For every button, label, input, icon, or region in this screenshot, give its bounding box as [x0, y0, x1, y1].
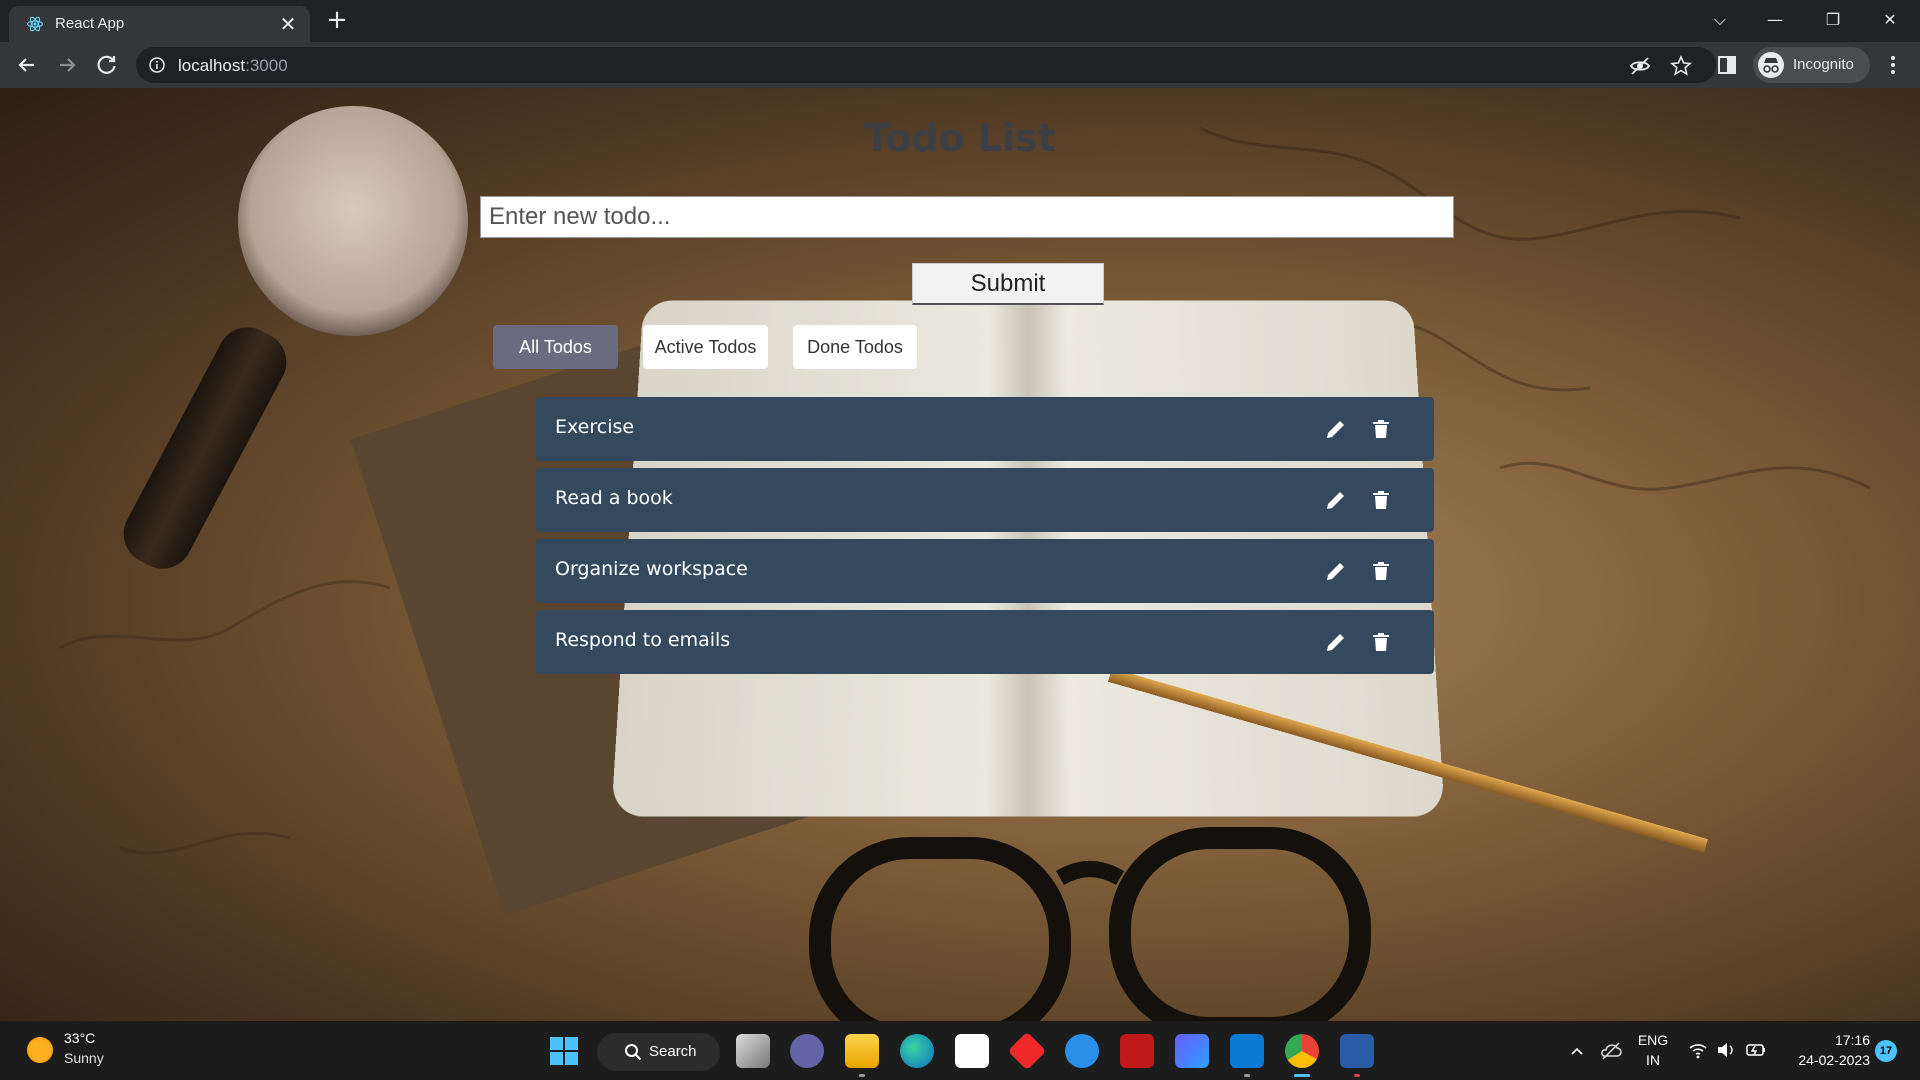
minimize-button[interactable]: —	[1757, 5, 1793, 35]
running-indicator	[859, 1074, 865, 1077]
forward-arrow-icon[interactable]	[52, 50, 82, 80]
file-explorer-icon[interactable]	[845, 1034, 879, 1068]
tab-strip: React App ✕ + ⌵ — ❐ ✕	[0, 0, 1920, 42]
todo-text: Organize workspace	[555, 558, 748, 580]
incognito-icon	[1758, 52, 1784, 78]
tab-close-icon[interactable]: ✕	[276, 12, 300, 36]
address-bar[interactable]: localhost:3000	[136, 47, 1716, 83]
volume-icon[interactable]	[1716, 1041, 1736, 1059]
delete-trash-icon[interactable]	[1369, 488, 1393, 512]
close-window-button[interactable]: ✕	[1872, 5, 1908, 35]
url-port: :3000	[245, 56, 288, 75]
edit-pencil-icon[interactable]	[1324, 488, 1348, 512]
todo-item: Exercise	[536, 397, 1434, 461]
language-indicator[interactable]: ENG	[1636, 1032, 1670, 1048]
edit-pencil-icon[interactable]	[1324, 630, 1348, 654]
reload-icon[interactable]	[92, 50, 122, 80]
todo-text: Respond to emails	[555, 629, 731, 651]
delete-trash-icon[interactable]	[1369, 417, 1393, 441]
todo-item: Organize workspace	[536, 539, 1434, 603]
windows-start-icon[interactable]	[547, 1034, 581, 1068]
todo-text: Exercise	[555, 416, 635, 438]
url-host: localhost	[178, 56, 246, 75]
battery-icon[interactable]	[1745, 1041, 1767, 1059]
clock-time[interactable]: 17:16	[1812, 1032, 1870, 1048]
active-indicator	[1294, 1074, 1310, 1077]
delete-trash-icon[interactable]	[1369, 559, 1393, 583]
mcafee-icon[interactable]	[1120, 1034, 1154, 1068]
wifi-icon[interactable]	[1688, 1041, 1708, 1059]
eye-off-icon[interactable]	[1629, 55, 1651, 77]
chevron-up-icon[interactable]	[1569, 1043, 1585, 1059]
filter-done-todos-button[interactable]: Done Todos	[793, 325, 917, 369]
site-info-icon[interactable]	[148, 56, 166, 74]
eyeglasses-image	[809, 827, 1371, 1021]
browser-toolbar: localhost:3000 Incognito	[0, 42, 1920, 88]
microsoft-store-icon[interactable]	[955, 1034, 989, 1068]
more-menu-icon[interactable]	[1882, 54, 1904, 76]
running-indicator	[1244, 1074, 1250, 1077]
windows-taskbar: 33°C Sunny Search ENG IN 17:16 24-02-202…	[0, 1021, 1920, 1080]
submit-button[interactable]: Submit	[912, 263, 1104, 305]
filter-all-todos-button[interactable]: All Todos	[493, 325, 618, 369]
vscode-icon[interactable]	[1230, 1034, 1264, 1068]
filter-active-todos-button[interactable]: Active Todos	[643, 325, 768, 369]
page-title: Todo List	[864, 116, 1056, 160]
chrome-icon[interactable]	[1285, 1034, 1319, 1068]
search-icon	[625, 1044, 642, 1061]
todo-item: Read a book	[536, 468, 1434, 532]
copilot-icon[interactable]	[1175, 1034, 1209, 1068]
edge-browser-icon[interactable]	[900, 1034, 934, 1068]
weather-description: Sunny	[64, 1050, 104, 1066]
notification-badge[interactable]: 17	[1875, 1040, 1897, 1062]
side-panel-icon[interactable]	[1716, 54, 1738, 76]
teams-chat-icon[interactable]	[790, 1034, 824, 1068]
new-tab-button[interactable]: +	[323, 6, 351, 34]
edit-pencil-icon[interactable]	[1324, 559, 1348, 583]
incognito-profile-button[interactable]: Incognito	[1753, 47, 1870, 83]
restore-button[interactable]: ❐	[1815, 5, 1851, 35]
help-icon[interactable]	[1065, 1034, 1099, 1068]
clock-date: 24-02-2023	[1798, 1052, 1870, 1068]
new-todo-input[interactable]	[480, 196, 1454, 238]
anydesk-icon[interactable]	[1007, 1031, 1047, 1071]
security-shield-icon[interactable]	[1340, 1034, 1374, 1068]
react-logo-icon	[26, 16, 44, 32]
taskbar-search[interactable]: Search	[597, 1033, 720, 1071]
running-indicator	[1354, 1074, 1360, 1077]
browser-tab[interactable]: React App ✕	[9, 6, 310, 42]
page-viewport: Todo List Submit All Todos Active Todos …	[0, 88, 1920, 1021]
back-arrow-icon[interactable]	[12, 50, 42, 80]
delete-trash-icon[interactable]	[1369, 630, 1393, 654]
task-view-icon[interactable]	[736, 1034, 770, 1068]
tab-title: React App	[55, 15, 125, 32]
url-text: localhost:3000	[178, 56, 288, 76]
todo-text: Read a book	[555, 487, 673, 509]
search-label: Search	[649, 1043, 697, 1060]
region-indicator: IN	[1646, 1052, 1660, 1068]
bookmark-star-icon[interactable]	[1670, 55, 1692, 77]
todo-item: Respond to emails	[536, 610, 1434, 674]
onedrive-offline-icon[interactable]	[1600, 1041, 1622, 1061]
weather-temperature: 33°C	[64, 1030, 96, 1046]
weather-sun-icon[interactable]	[27, 1037, 53, 1063]
tab-search-chevron-icon[interactable]: ⌵	[1702, 5, 1738, 35]
edit-pencil-icon[interactable]	[1324, 417, 1348, 441]
incognito-label: Incognito	[1793, 56, 1854, 73]
